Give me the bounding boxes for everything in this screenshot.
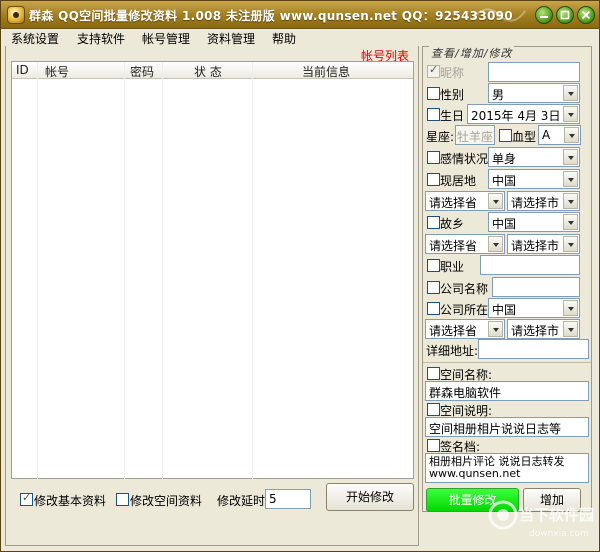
app-logo-icon (7, 6, 25, 24)
marital-status-label: 感情状况 (440, 152, 489, 166)
marital-status-checkbox[interactable] (427, 151, 440, 164)
window-title: 群森 QQ空间批量修改资料 1.008 未注册版 www.qunsen.net … (29, 9, 513, 23)
watermark-url: downxia.com (529, 529, 589, 539)
residence-country-select[interactable]: 中国 (488, 169, 580, 189)
company-name-input[interactable] (492, 277, 580, 297)
gender-checkbox[interactable] (427, 87, 440, 100)
close-button[interactable] (577, 6, 595, 24)
dropdown-arrow-icon[interactable] (564, 127, 579, 143)
birthday-date-picker[interactable]: 2015年 4月 3日 (467, 104, 580, 124)
space-description-checkbox[interactable] (427, 403, 440, 416)
decorative-swirl-icon (472, 8, 526, 22)
form-group-title: 查看/增加/修改 (429, 45, 515, 61)
hometown-checkbox[interactable] (427, 216, 440, 229)
menu-system-settings[interactable]: 系统设置 (11, 30, 59, 47)
maximize-button[interactable] (556, 6, 574, 24)
title-bar[interactable]: 群森 QQ空间批量修改资料 1.008 未注册版 www.qunsen.net … (1, 1, 599, 29)
column-header-id[interactable]: ID (16, 63, 29, 77)
nickname-checkbox[interactable] (427, 63, 440, 78)
minimize-icon (540, 16, 548, 18)
space-name-input[interactable]: 群森电脑软件 (425, 381, 589, 401)
dropdown-arrow-icon[interactable] (488, 193, 503, 209)
app-window: 群森 QQ空间批量修改资料 1.008 未注册版 www.qunsen.net … (0, 0, 600, 552)
dropdown-arrow-icon[interactable] (488, 321, 503, 337)
company-location-checkbox[interactable] (427, 302, 440, 315)
minimize-button[interactable] (535, 6, 553, 24)
signature-checkbox[interactable] (427, 439, 440, 452)
hometown-province-select[interactable]: 请选择省 (425, 234, 505, 254)
nickname-input[interactable] (488, 62, 580, 82)
birthday-label: 生日 (440, 109, 465, 123)
birthday-checkbox[interactable] (427, 108, 440, 121)
column-header-password[interactable]: 密码 (130, 63, 154, 80)
gender-label: 性别 (440, 88, 465, 102)
column-header-current-info[interactable]: 当前信息 (302, 63, 350, 80)
company-name-label: 公司名称 (440, 282, 489, 296)
gender-select[interactable]: 男 (488, 83, 580, 103)
company-city-select[interactable]: 请选择市 (507, 319, 580, 339)
residence-province-select[interactable]: 请选择省 (425, 191, 505, 211)
company-name-checkbox[interactable] (427, 281, 440, 294)
column-header-account[interactable]: 帐号 (45, 63, 69, 80)
dropdown-arrow-icon[interactable] (563, 193, 578, 209)
residence-checkbox[interactable] (427, 173, 440, 186)
company-country-select[interactable]: 中国 (488, 298, 580, 318)
column-header-status[interactable]: 状 态 (194, 63, 222, 80)
maximize-icon (560, 10, 570, 20)
close-icon (581, 10, 591, 20)
dropdown-arrow-icon[interactable] (563, 321, 578, 337)
zodiac-label: 星座: (426, 130, 455, 144)
section-divider (423, 362, 591, 363)
occupation-checkbox[interactable] (427, 259, 440, 272)
modify-basic-checkbox[interactable] (20, 491, 33, 506)
delay-label: 修改延时 (217, 494, 266, 508)
dropdown-arrow-icon[interactable] (563, 106, 578, 122)
address-input[interactable] (478, 339, 589, 359)
menu-bar: 系统设置 支持软件 帐号管理 资料管理 帮助 (1, 29, 599, 46)
menu-profile-management[interactable]: 资料管理 (207, 30, 255, 47)
modify-space-checkbox[interactable] (116, 493, 129, 506)
dropdown-arrow-icon[interactable] (563, 171, 578, 187)
dropdown-arrow-icon[interactable] (563, 214, 578, 230)
blood-type-select[interactable]: A (538, 125, 581, 145)
dropdown-arrow-icon[interactable] (488, 236, 503, 252)
hometown-label: 故乡 (440, 217, 465, 231)
watermark-name: 当下软件园 (519, 506, 594, 524)
dropdown-arrow-icon[interactable] (563, 85, 578, 101)
address-label: 详细地址: (426, 344, 479, 358)
account-list-table[interactable]: ID 帐号 密码 状 态 当前信息 (11, 61, 414, 479)
residence-label: 现居地 (440, 174, 477, 188)
menu-supported-software[interactable]: 支持软件 (77, 30, 125, 47)
signature-textarea[interactable]: 相册相片评论 说说日志转发 www.qunsen.net (425, 453, 589, 483)
modify-basic-label: 修改基本资料 (34, 494, 107, 508)
hometown-country-select[interactable]: 中国 (488, 212, 580, 232)
residence-city-select[interactable]: 请选择市 (507, 191, 580, 211)
watermark-logo-icon: 当下软件园 downxia.com (488, 500, 594, 539)
menu-account-management[interactable]: 帐号管理 (142, 30, 190, 47)
dropdown-arrow-icon[interactable] (563, 236, 578, 252)
space-name-checkbox[interactable] (427, 367, 440, 380)
blood-type-checkbox[interactable] (499, 129, 512, 142)
start-modify-button[interactable]: 开始修改 (326, 483, 414, 511)
menu-help[interactable]: 帮助 (272, 30, 296, 47)
company-province-select[interactable]: 请选择省 (425, 319, 505, 339)
modify-space-label: 修改空间资料 (130, 494, 203, 508)
occupation-input[interactable] (480, 255, 580, 275)
blood-type-label: 血型 (512, 130, 537, 144)
occupation-label: 职业 (440, 260, 465, 274)
space-description-input[interactable]: 空间相册相片说说日志等 (425, 417, 589, 437)
zodiac-field: 牡羊座 (455, 125, 495, 145)
dropdown-arrow-icon[interactable] (563, 149, 578, 165)
company-location-label: 公司所在 (440, 303, 489, 317)
marital-status-select[interactable]: 单身 (488, 147, 580, 167)
delay-input[interactable]: 5 (265, 489, 311, 509)
hometown-city-select[interactable]: 请选择市 (507, 234, 580, 254)
nickname-label: 昵称 (440, 66, 465, 80)
table-header: ID 帐号 密码 状 态 当前信息 (12, 62, 413, 79)
dropdown-arrow-icon[interactable] (563, 300, 578, 316)
